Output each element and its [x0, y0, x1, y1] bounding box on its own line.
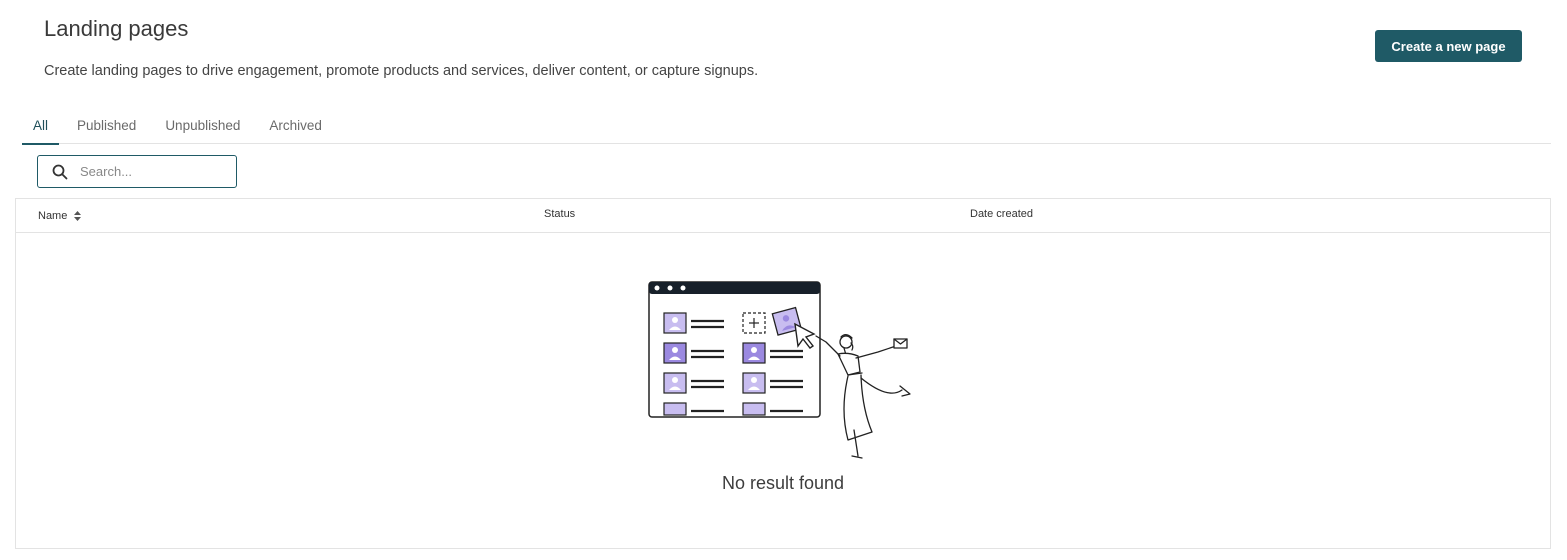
empty-state: No result found	[16, 233, 1550, 548]
create-new-page-button[interactable]: Create a new page	[1375, 30, 1522, 62]
tab-archived[interactable]: Archived	[269, 108, 322, 144]
search-box[interactable]	[37, 155, 237, 188]
tab-all[interactable]: All	[22, 108, 60, 145]
column-label-name: Name	[38, 209, 68, 222]
column-header-status: Status	[544, 208, 576, 220]
tab-unpublished[interactable]: Unpublished	[165, 108, 240, 144]
landing-pages-table: Name Status Date created No result found	[15, 198, 1551, 549]
empty-state-illustration	[648, 281, 911, 459]
sort-icon[interactable]	[74, 210, 82, 221]
table-header: Name Status Date created	[16, 199, 1550, 233]
page-title: Landing pages	[44, 16, 189, 41]
page-description: Create landing pages to drive engagement…	[44, 63, 759, 79]
column-header-date-created: Date created	[970, 208, 1033, 220]
tab-bar: All Published Unpublished Archived	[22, 108, 1551, 145]
search-input[interactable]	[80, 164, 230, 179]
search-icon	[52, 164, 68, 179]
tab-published[interactable]: Published	[77, 108, 136, 144]
column-header-name[interactable]: Name	[38, 199, 82, 232]
empty-state-message: No result found	[721, 473, 845, 493]
